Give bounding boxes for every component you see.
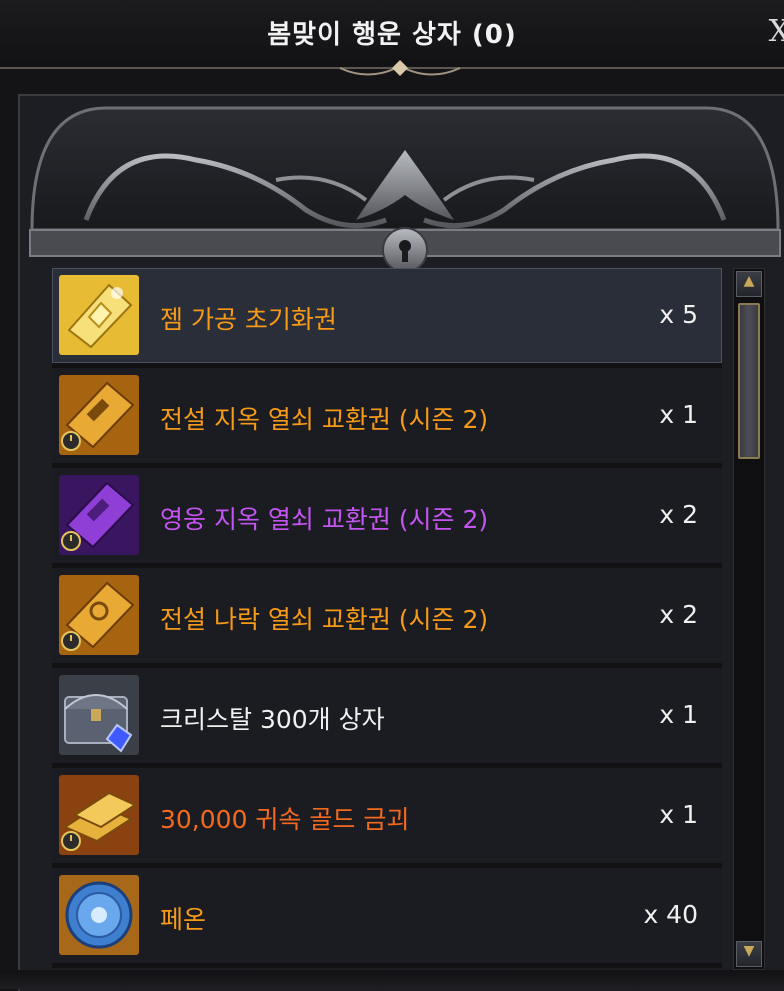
item-quantity: x 1 xyxy=(659,800,698,829)
list-item[interactable]: 30,000 귀속 골드 금괴 x 1 xyxy=(52,768,722,868)
bottom-border xyxy=(0,970,784,989)
legendary-hell-key-ticket-icon xyxy=(59,375,139,455)
chest-lid-decoration xyxy=(29,106,781,273)
close-button[interactable]: X xyxy=(769,14,784,49)
crystal-chest-icon xyxy=(59,675,139,755)
window-title: 봄맞이 행운 상자 (0) xyxy=(267,20,517,50)
item-quantity: x 1 xyxy=(659,700,698,729)
list-item[interactable]: 젬 가공 초기화권 x 5 xyxy=(52,268,722,368)
item-quantity: x 2 xyxy=(659,600,698,629)
list-scrollbar[interactable]: ▲ ▼ xyxy=(733,268,765,970)
arrow-down-icon: ▼ xyxy=(743,943,755,959)
title-bar: 봄맞이 행운 상자 (0) X xyxy=(0,0,784,68)
list-item[interactable]: 영웅 지옥 열쇠 교환권 (시즌 2) x 2 xyxy=(52,468,722,568)
list-item[interactable]: 크리스탈 300개 상자 x 1 xyxy=(52,668,722,768)
list-item[interactable]: 전설 나락 열쇠 교환권 (시즌 2) x 2 xyxy=(52,568,722,668)
gold-bar-icon xyxy=(59,775,139,855)
item-name: 30,000 귀속 골드 금괴 xyxy=(160,805,410,834)
item-quantity: x 40 xyxy=(643,900,698,929)
list-item[interactable]: 전설 지옥 열쇠 교환권 (시즌 2) x 1 xyxy=(52,368,722,468)
gem-reset-ticket-icon xyxy=(59,275,139,355)
reward-list: 젬 가공 초기화권 x 5 전설 지옥 열쇠 교환권 (시즌 2) x 1 영웅… xyxy=(52,268,722,968)
item-name: 페온 xyxy=(160,905,207,934)
item-name: 전설 지옥 열쇠 교환권 (시즌 2) xyxy=(160,405,489,434)
item-quantity: x 1 xyxy=(659,400,698,429)
pheon-coin-icon xyxy=(59,875,139,955)
arrow-up-icon: ▲ xyxy=(743,273,755,289)
scroll-up-button[interactable]: ▲ xyxy=(736,271,762,297)
list-item[interactable]: 페온 x 40 xyxy=(52,868,722,968)
epic-hell-key-ticket-icon xyxy=(59,475,139,555)
scroll-thumb[interactable] xyxy=(738,303,760,459)
title-ornament xyxy=(0,60,784,76)
item-name: 젬 가공 초기화권 xyxy=(160,305,337,334)
legendary-abyss-key-ticket-icon xyxy=(59,575,139,655)
item-name: 전설 나락 열쇠 교환권 (시즌 2) xyxy=(160,605,489,634)
item-quantity: x 2 xyxy=(659,500,698,529)
item-name: 영웅 지옥 열쇠 교환권 (시즌 2) xyxy=(160,505,489,534)
scroll-down-button[interactable]: ▼ xyxy=(736,941,762,967)
item-quantity: x 5 xyxy=(659,300,698,329)
item-name: 크리스탈 300개 상자 xyxy=(160,705,385,734)
